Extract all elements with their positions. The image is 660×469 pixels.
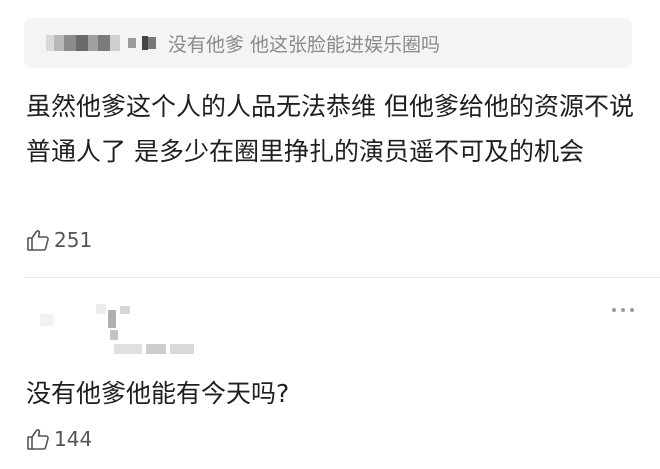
username-mosaic	[46, 35, 156, 51]
quoted-reply[interactable]: 没有他爹 他这张脸能进娱乐圈吗	[24, 18, 632, 68]
divider	[24, 277, 660, 278]
comment-text: 虽然他爹这个人的人品无法恭维 但他爹给他的资源不说普通人了 是多少在圈里挣扎的演…	[26, 92, 634, 166]
thumbs-up-icon	[27, 230, 49, 251]
like-count: 144	[54, 427, 93, 451]
quoted-reply-text: 没有他爹 他这张脸能进娱乐圈吗	[168, 33, 441, 56]
like-button[interactable]: 251	[26, 228, 92, 252]
comment-text: 没有他爹他能有今天吗?	[26, 379, 290, 408]
thumbs-up-icon	[27, 429, 49, 450]
like-button[interactable]: 144	[26, 427, 92, 451]
like-count: 251	[54, 228, 93, 252]
more-options-icon[interactable]	[612, 308, 634, 312]
user-info-mosaic	[40, 300, 240, 360]
